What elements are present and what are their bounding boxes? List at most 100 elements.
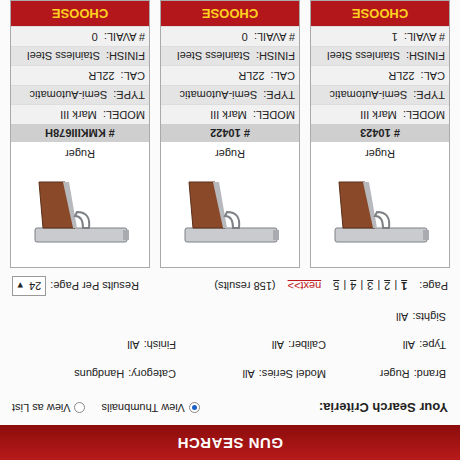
page-link[interactable]: 3 — [367, 278, 373, 295]
spec-value: 0 — [92, 29, 98, 46]
product-card: Ruger# KMKIII678HMODEL: Mark III TYPE:Semi… — [10, 0, 150, 268]
product-card: Ruger# 10423MODEL: Mark III TYPE: Semi-Auto… — [310, 0, 450, 268]
spec-label: TYPE: — [263, 87, 295, 104]
spec-value: 22LR — [88, 68, 114, 85]
field-label: Sights: — [412, 309, 446, 326]
radio-button[interactable] — [189, 402, 200, 413]
field-label: Type: — [419, 337, 446, 354]
criteria-label: Your Search Criteria: — [319, 398, 448, 418]
page-label: Page: — [419, 278, 448, 295]
field-value: Handguns — [74, 366, 124, 383]
spec-value: 22LR — [388, 68, 414, 85]
spec-label: FINISH: — [256, 48, 295, 65]
spec-value: 22LR — [238, 68, 264, 85]
page-link[interactable]: 5 — [333, 278, 339, 295]
product-card: Ruger# 10422MODEL: Mark III TYPE: Semi-Auto… — [160, 0, 300, 268]
spec-row: FINISH: Stainless Steel — [161, 46, 299, 66]
criteria-field: Caliber: All — [176, 337, 326, 354]
next-link[interactable]: next>> — [288, 278, 322, 295]
field-value: All — [127, 337, 139, 354]
choose-button[interactable]: CHOOSE — [161, 1, 299, 27]
spec-row: # AVAIL: 0 — [161, 27, 299, 47]
spec-value: Mark III — [360, 107, 397, 124]
choose-button[interactable]: CHOOSE — [311, 1, 449, 27]
field-value: All — [396, 309, 408, 326]
spec-label: TYPE: — [413, 87, 445, 104]
view-option-label[interactable]: View as List — [12, 400, 71, 417]
product-specs: MODEL: Mark III TYPE: Semi-Automatic CAL: 22L… — [311, 27, 449, 125]
spec-label: # AVAIL: — [254, 29, 295, 46]
criteria-field: Category:Handguns — [14, 366, 176, 383]
spec-label: CAL: — [121, 68, 145, 85]
spec-row: # AVAIL:1 — [311, 27, 449, 47]
spec-value: Semi-Automatic — [330, 87, 408, 104]
spec-row: TYPE: Semi-Automatic — [311, 85, 449, 105]
page-link[interactable]: 2 — [384, 278, 390, 295]
field-value: All — [403, 337, 415, 354]
spec-label: FINISH: — [406, 48, 445, 65]
spec-row: FINISH: Stainless Steel — [311, 46, 449, 66]
field-label: Caliber: — [288, 337, 326, 354]
product-brand: Ruger — [311, 143, 449, 166]
spec-value: Semi-Automatic — [180, 87, 258, 104]
dropdown-arrow-icon[interactable]: ▾ — [17, 278, 23, 295]
product-number: # KMKIII678H — [11, 124, 149, 143]
field-value: All — [272, 337, 284, 354]
field-label: Model Series: — [259, 366, 326, 383]
page-separator: | — [343, 278, 346, 295]
field-value: All — [243, 366, 255, 383]
pistol-icon — [311, 165, 449, 267]
product-brand: Ruger — [161, 143, 299, 166]
choose-button[interactable]: CHOOSE — [11, 1, 149, 27]
spec-value: Mark III — [60, 107, 97, 124]
spec-row: CAL: 22LR — [11, 66, 149, 86]
product-list: Ruger# 10423MODEL:Mark IIITYPE:Semi-Auto… — [0, 0, 460, 270]
criteria-field: Finish:All — [14, 337, 176, 354]
radio-button[interactable] — [75, 402, 86, 413]
criteria-field: Sights: All — [326, 309, 446, 326]
spec-value: Stainless Steel — [177, 48, 250, 65]
criteria-bar: Your Search Criteria:View ThumbnailsView… — [0, 394, 460, 426]
spec-value: 0 — [242, 29, 248, 46]
product-brand: Ruger — [11, 143, 149, 166]
field-label: Brand: — [414, 366, 446, 383]
spec-row: TYPE:Semi-Automatic — [11, 85, 149, 105]
spec-label: MODEL: — [403, 107, 445, 124]
spec-label: FINISH: — [106, 48, 145, 65]
spec-label: # AVAIL: — [404, 29, 445, 46]
spec-row: FINISH:Stainless Steel — [11, 46, 149, 66]
spec-label: CAL: — [421, 68, 445, 85]
spec-label: MODEL: — [103, 107, 145, 124]
view-option-label[interactable]: View Thumbnails — [102, 400, 185, 417]
view-options: View Thumbnails View as List — [12, 400, 200, 417]
per-page: Results Per Page: 24 ▾ — [12, 276, 139, 297]
spec-label: # AVAIL: — [104, 29, 145, 46]
spec-row: CAL: 22LR — [161, 66, 299, 86]
spec-value: Semi-Automatic — [30, 87, 108, 104]
spec-row: # AVAIL: 0 — [11, 27, 149, 47]
spec-value: Mark III — [210, 107, 247, 124]
criteria-field: Model Series: All — [176, 366, 326, 383]
spec-label: CAL: — [271, 68, 295, 85]
criteria-field: Brand:Ruger — [326, 366, 446, 383]
pistol-icon — [161, 165, 299, 267]
criteria-fields: Brand:RugerModel Series:AllCategory:Hand… — [0, 303, 460, 395]
field-label: Category: — [128, 366, 176, 383]
page-link[interactable]: 1 — [401, 278, 407, 295]
spec-label: MODEL: — [253, 107, 295, 124]
field-value: Ruger — [380, 366, 410, 383]
per-page-label: Results Per Page: — [50, 278, 139, 295]
view-option[interactable]: View as List — [12, 400, 86, 417]
spec-row: MODEL: Mark III — [311, 105, 449, 125]
view-option[interactable]: View Thumbnails — [102, 400, 200, 417]
page-link[interactable]: 4 — [350, 278, 356, 295]
page-separator: | — [377, 278, 380, 295]
spec-value: Stainless Steel — [327, 48, 400, 65]
per-page-select[interactable]: 24 ▾ — [12, 276, 46, 297]
per-page-value[interactable]: 24 — [29, 278, 41, 295]
pagination-bar: Page:1|2|3|4|5next>>(158 results)Results… — [0, 270, 460, 303]
product-specs: MODEL: Mark III TYPE: Semi-Automatic CAL: 22L… — [161, 27, 299, 125]
gun-search-page: GUN SEARCHYour Search Criteria:View Thum… — [0, 0, 460, 460]
product-number: # 10423 — [311, 124, 449, 143]
product-number: # 10422 — [161, 124, 299, 143]
